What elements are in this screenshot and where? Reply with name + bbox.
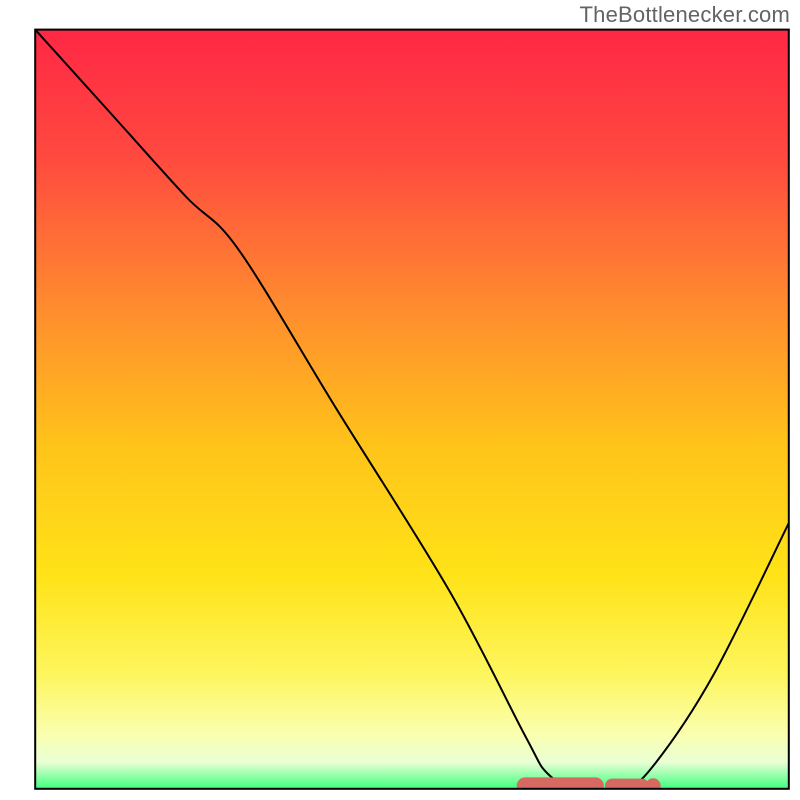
bottleneck-marker bbox=[525, 778, 661, 793]
gradient-background bbox=[35, 30, 789, 789]
bottleneck-chart bbox=[0, 0, 800, 800]
chart-container: TheBottlenecker.com bbox=[0, 0, 800, 800]
attribution-text: TheBottlenecker.com bbox=[580, 2, 790, 28]
